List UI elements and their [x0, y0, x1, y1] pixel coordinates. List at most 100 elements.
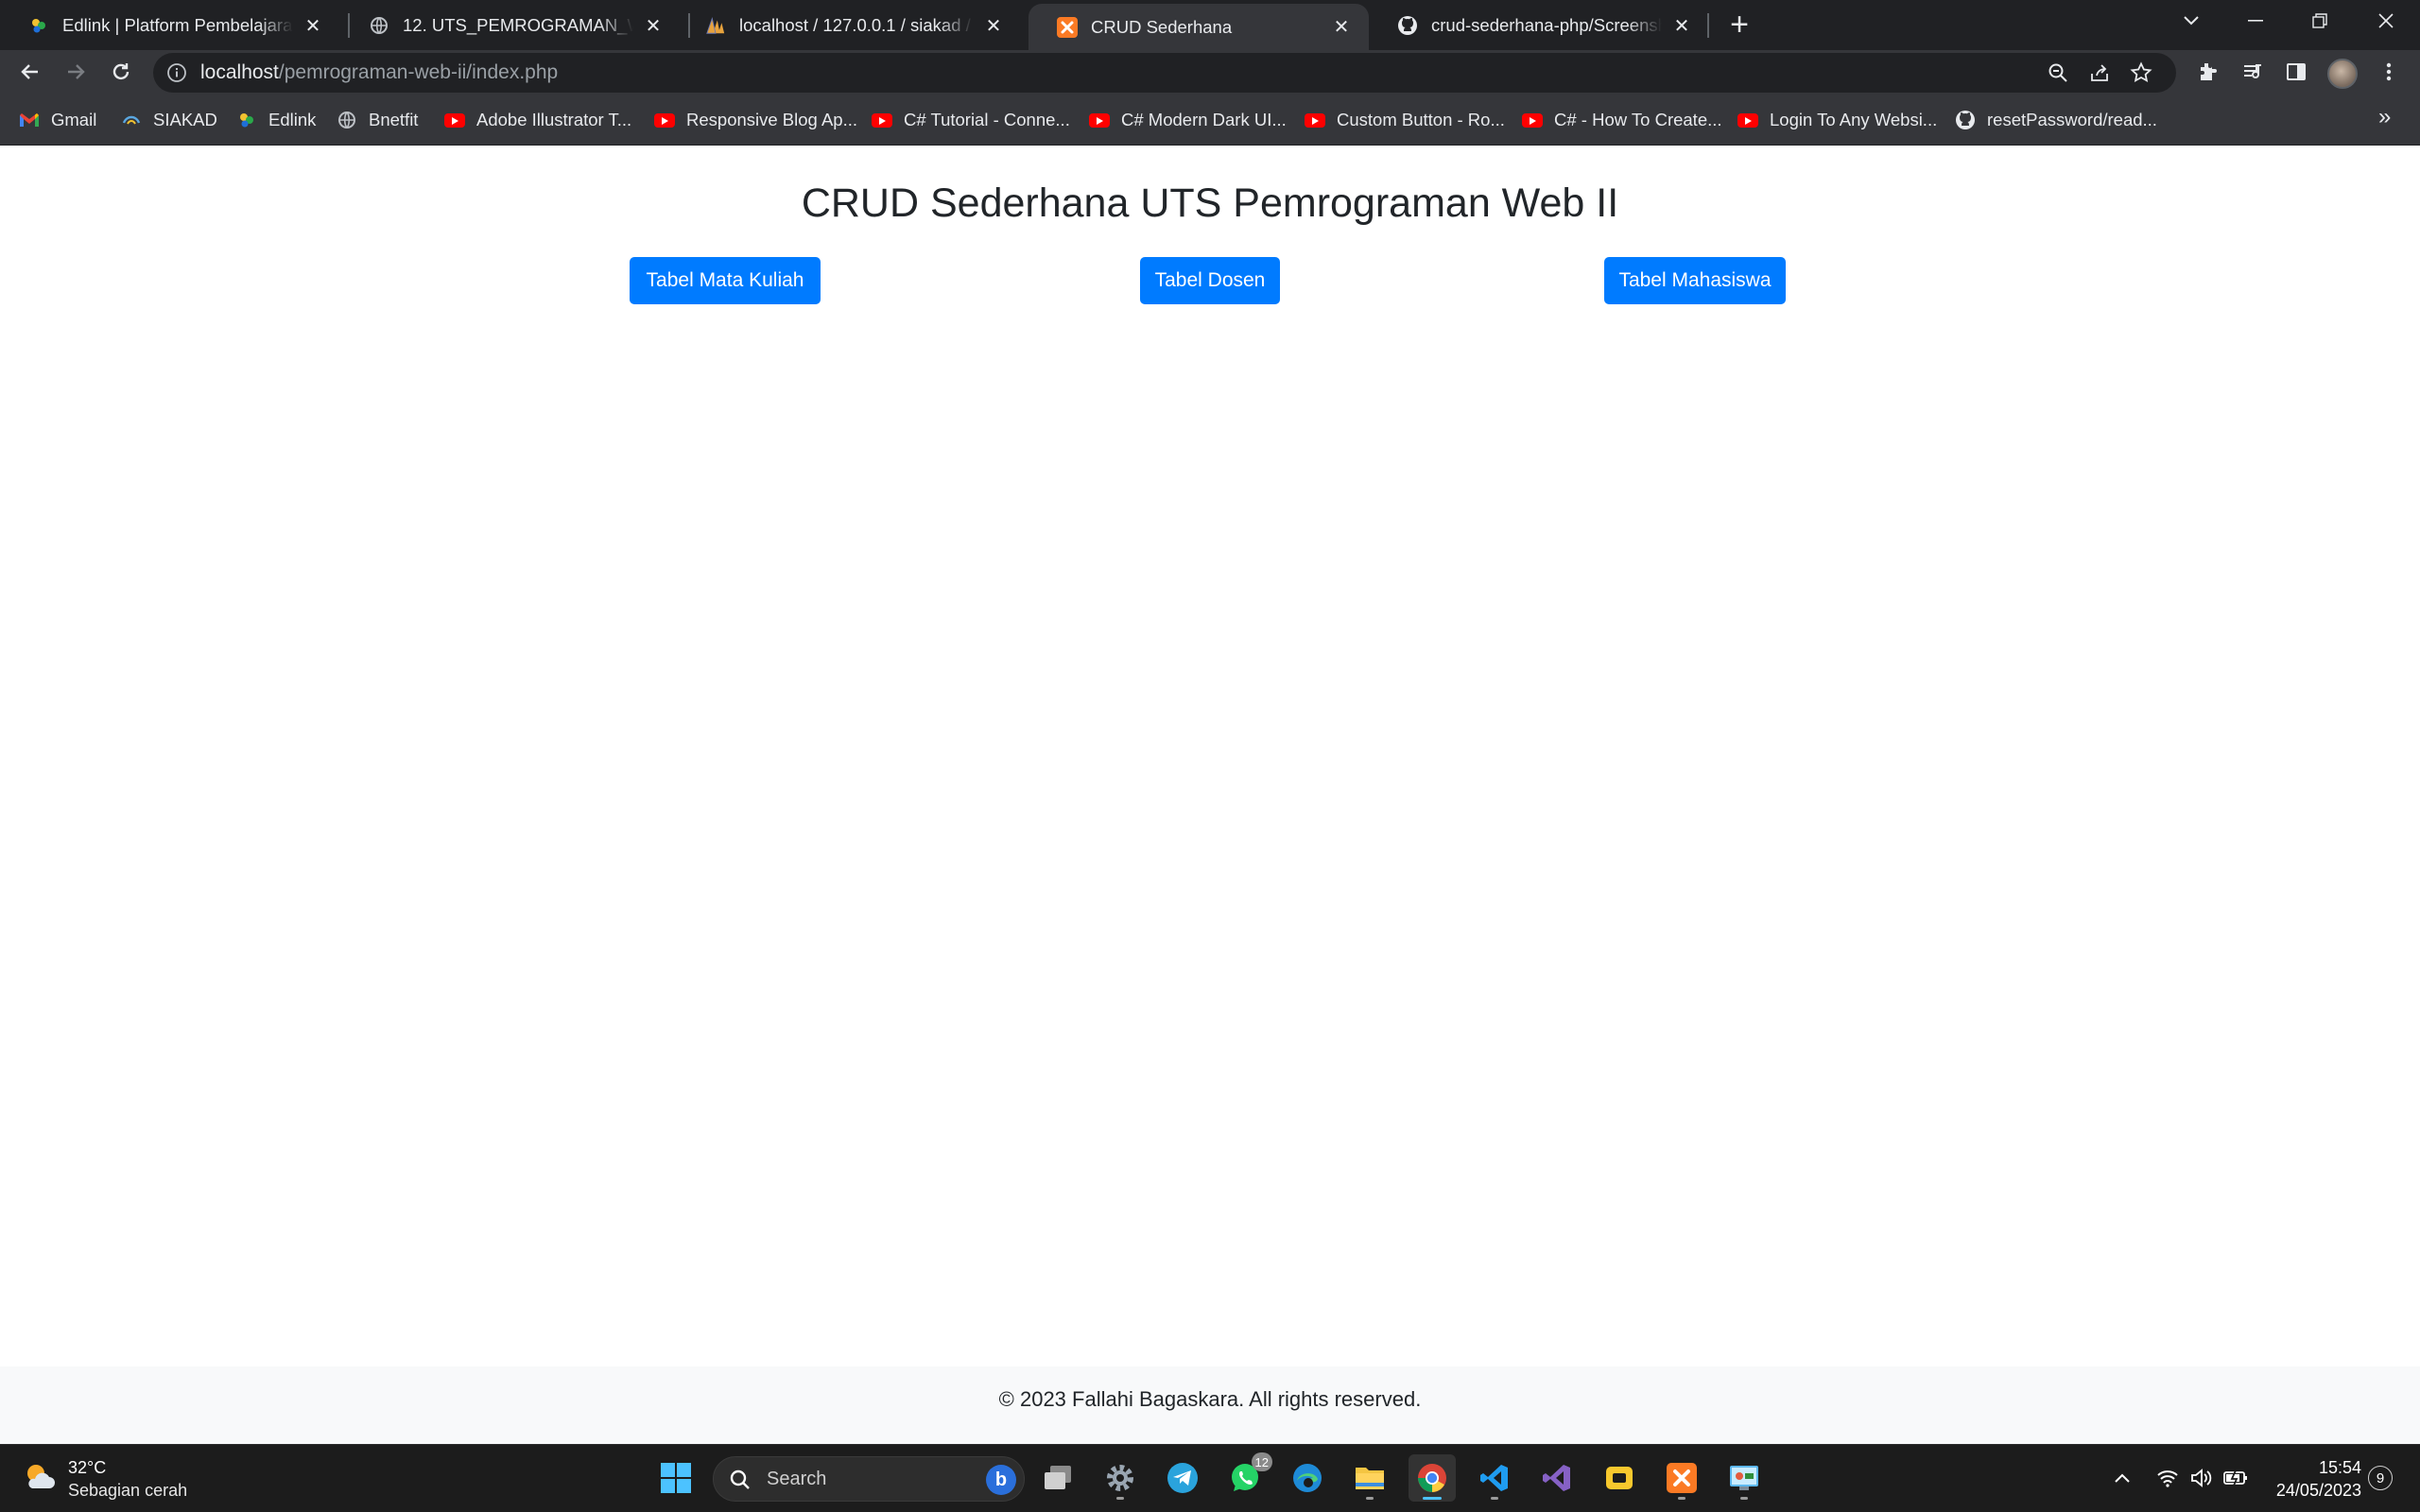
minimize-button[interactable] — [2223, 0, 2288, 42]
whatsapp-icon[interactable]: 12 — [1221, 1452, 1272, 1502]
bookmark-csharp-modern-ui[interactable]: C# Modern Dark UI... — [1089, 107, 1287, 133]
whatsapp-unread-badge: 12 — [1251, 1452, 1272, 1471]
restore-button[interactable] — [2288, 0, 2352, 42]
search-placeholder: Search — [767, 1469, 827, 1489]
extensions-icon[interactable] — [2193, 58, 2221, 86]
clock-time: 15:54 — [2318, 1458, 2361, 1477]
youtube-icon — [444, 110, 465, 130]
file-explorer-icon[interactable] — [1346, 1454, 1393, 1502]
tab-github[interactable]: crud-sederhana-php/Screenshot ✕ — [1369, 4, 1709, 47]
tabel-mahasiswa-button[interactable]: Tabel Mahasiswa — [1604, 257, 1786, 304]
bookmark-gmail[interactable]: Gmail — [19, 107, 96, 133]
siakad-icon — [121, 110, 142, 130]
xampp-icon[interactable] — [1658, 1454, 1705, 1502]
page-title: CRUD Sederhana UTS Pemrograman Web II — [801, 180, 1619, 226]
bookmark-label: SIAKAD — [153, 110, 217, 129]
bookmark-siakad[interactable]: SIAKAD — [121, 107, 217, 133]
tab-title: 12. UTS_PEMROGRAMAN_WEB_II — [403, 15, 633, 35]
bookmark-login-any-website[interactable]: Login To Any Websi... — [1737, 107, 1937, 133]
address-bar[interactable]: localhost/pemrograman-web-ii/index.php — [153, 53, 2176, 93]
telegram-icon[interactable] — [1159, 1454, 1206, 1502]
youtube-icon — [1737, 110, 1758, 130]
bookmark-adobe-illustrator[interactable]: Adobe Illustrator T... — [444, 107, 631, 133]
tab-title: Edlink | Platform Pembelajaran In — [62, 15, 293, 35]
battery-charging-icon[interactable] — [2221, 1464, 2250, 1492]
weather-widget[interactable]: 32°C Sebagian cerah — [21, 1456, 187, 1502]
youtube-icon — [1522, 110, 1543, 130]
vscode-icon[interactable] — [1471, 1454, 1518, 1502]
zoom-icon[interactable] — [2046, 60, 2070, 85]
close-tab-icon[interactable]: ✕ — [1671, 15, 1692, 37]
task-view-icon[interactable] — [1034, 1454, 1081, 1502]
bookmark-star-icon[interactable] — [2129, 60, 2153, 85]
partly-sunny-icon — [21, 1459, 57, 1500]
bookmark-label: Adobe Illustrator T... — [476, 110, 632, 129]
globe-icon — [369, 15, 389, 36]
bookmark-reset-password[interactable]: resetPassword/read... — [1955, 107, 2157, 133]
bookmark-responsive-blog[interactable]: Responsive Blog Ap... — [654, 107, 857, 133]
tab-crud-sederhana[interactable]: CRUD Sederhana ✕ — [1028, 4, 1369, 50]
youtube-icon — [1305, 110, 1325, 130]
close-window-button[interactable] — [2354, 0, 2418, 42]
tab-title: CRUD Sederhana — [1091, 16, 1233, 37]
bookmark-csharp-how-to[interactable]: C# - How To Create... — [1522, 107, 1722, 133]
windows-start-icon[interactable] — [652, 1454, 700, 1502]
browser-menu-icon[interactable] — [2375, 58, 2403, 86]
bookmark-label: Login To Any Websi... — [1770, 110, 1938, 129]
control-panel-icon[interactable] — [1720, 1454, 1768, 1502]
sticky-app-icon[interactable] — [1596, 1454, 1643, 1502]
share-icon[interactable] — [2087, 60, 2112, 85]
wifi-icon[interactable] — [2153, 1464, 2182, 1492]
weather-temperature: 32°C — [68, 1458, 107, 1477]
close-tab-icon[interactable]: ✕ — [1331, 17, 1352, 38]
tabel-mata-kuliah-button[interactable]: Tabel Mata Kuliah — [630, 257, 821, 304]
bookmark-csharp-tutorial[interactable]: C# Tutorial - Conne... — [872, 107, 1070, 133]
close-tab-icon[interactable]: ✕ — [983, 15, 1004, 37]
profile-avatar[interactable] — [2327, 59, 2358, 89]
edlink-icon — [236, 110, 257, 130]
notification-center-badge[interactable]: 9 — [2368, 1466, 2393, 1490]
visual-studio-icon[interactable] — [1533, 1454, 1581, 1502]
bookmark-label: Responsive Blog Ap... — [686, 110, 857, 129]
bookmark-custom-button[interactable]: Custom Button - Ro... — [1305, 107, 1505, 133]
chrome-icon[interactable] — [1409, 1454, 1456, 1502]
page-footer: © 2023 Fallahi Bagaskara. All rights res… — [0, 1366, 2420, 1444]
volume-icon[interactable] — [2187, 1464, 2216, 1492]
gmail-icon — [19, 110, 40, 130]
phpmyadmin-icon — [705, 15, 726, 36]
bookmarks-bar: Gmail SIAKAD Edlink Bnetfit Adobe Illust… — [0, 94, 2420, 146]
media-control-icon[interactable] — [2238, 58, 2267, 86]
site-info-icon[interactable] — [166, 62, 187, 83]
browser-tab-strip: Edlink | Platform Pembelajaran In ✕ 12. … — [0, 0, 2420, 50]
xampp-icon — [1057, 16, 1078, 38]
more-bookmarks-icon[interactable]: » — [2378, 104, 2391, 130]
forward-button[interactable] — [57, 53, 95, 91]
bookmark-label: C# Modern Dark UI... — [1121, 110, 1287, 129]
tab-phpmyadmin[interactable]: localhost / 127.0.0.1 / siakad / ma ✕ — [677, 4, 1021, 47]
tab-uts-pemrograman[interactable]: 12. UTS_PEMROGRAMAN_WEB_II ✕ — [340, 4, 681, 47]
tab-title: crud-sederhana-php/Screenshot — [1431, 15, 1662, 35]
side-panel-icon[interactable] — [2282, 58, 2310, 86]
bookmark-bnetfit[interactable]: Bnetfit — [337, 107, 418, 133]
weather-condition: Sebagian cerah — [68, 1481, 188, 1500]
system-clock[interactable]: 15:54 24/05/2023 — [2250, 1456, 2361, 1502]
reload-button[interactable] — [102, 53, 140, 91]
back-button[interactable] — [11, 53, 49, 91]
show-hidden-icons-chevron-icon[interactable] — [2108, 1464, 2136, 1492]
youtube-icon — [1089, 110, 1110, 130]
copyright-text: © 2023 Fallahi Bagaskara. All rights res… — [998, 1387, 1422, 1411]
new-tab-button[interactable]: + — [1722, 9, 1756, 43]
edge-icon[interactable] — [1284, 1454, 1331, 1502]
close-tab-icon[interactable]: ✕ — [302, 15, 323, 37]
url-text: localhost/pemrograman-web-ii/index.php — [200, 61, 558, 84]
close-tab-icon[interactable]: ✕ — [643, 15, 664, 37]
page-content: CRUD Sederhana UTS Pemrograman Web II Ta… — [0, 146, 2420, 1366]
taskbar-search[interactable]: Search b — [713, 1456, 1025, 1502]
settings-icon[interactable] — [1097, 1454, 1144, 1502]
tab-search-chevron-icon[interactable] — [2159, 0, 2223, 42]
browser-toolbar: localhost/pemrograman-web-ii/index.php — [0, 50, 2420, 94]
tabel-dosen-button[interactable]: Tabel Dosen — [1140, 257, 1280, 304]
tab-edlink[interactable]: Edlink | Platform Pembelajaran In ✕ — [0, 4, 340, 47]
bing-icon[interactable]: b — [986, 1465, 1016, 1495]
bookmark-edlink[interactable]: Edlink — [236, 107, 316, 133]
